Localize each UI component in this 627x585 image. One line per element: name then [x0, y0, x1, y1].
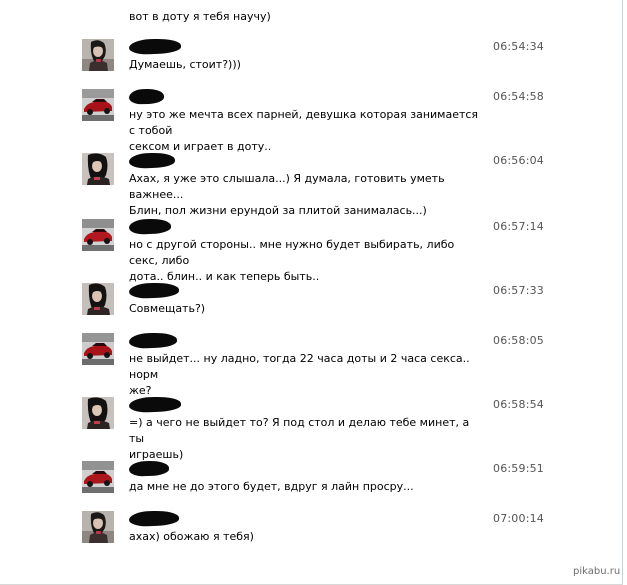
redacted-username — [128, 460, 170, 477]
redacted-username — [128, 88, 165, 105]
message-text: ахах) обожаю я тебя) — [129, 530, 254, 543]
message-text: Ахах, я уже это слышала...) Я думала, го… — [129, 172, 445, 217]
girl-avatar-icon[interactable] — [82, 153, 114, 185]
message-timestamp: 06:54:34 — [493, 40, 545, 53]
car-avatar-icon[interactable] — [82, 219, 114, 251]
window-border-right — [622, 0, 623, 585]
car-avatar-icon[interactable] — [82, 461, 114, 493]
message-text: Думаешь, стоит?))) — [129, 58, 241, 71]
redacted-username — [128, 282, 180, 299]
redacted-username — [128, 218, 172, 235]
message-timestamp: 06:58:05 — [493, 334, 545, 347]
redacted-username — [128, 396, 182, 413]
pikabu-watermark: pikabu.ru — [573, 566, 621, 577]
message-text: Совмещать?) — [129, 302, 206, 315]
message-timestamp: 06:54:58 — [493, 90, 545, 103]
girl-avatar-icon[interactable] — [82, 283, 114, 315]
car-avatar-icon[interactable] — [82, 333, 114, 365]
message-text: да мне не до этого будет, вдруг я лайн п… — [129, 480, 414, 493]
girl-avatar-icon[interactable] — [82, 511, 114, 543]
message-timestamp: 06:57:14 — [493, 220, 545, 233]
redacted-username — [128, 332, 178, 349]
girl-avatar-icon[interactable] — [82, 397, 114, 429]
previous-message-text: вот в доту я тебя научу) — [129, 10, 271, 23]
girl-avatar-icon[interactable] — [82, 39, 114, 71]
redacted-username — [128, 152, 176, 169]
message-timestamp: 06:59:51 — [493, 462, 545, 475]
message-timestamp: 06:58:54 — [493, 398, 545, 411]
message-timestamp: 06:57:33 — [493, 284, 545, 297]
message-text: ну это же мечта всех парней, девушка кот… — [129, 108, 479, 153]
message-timestamp: 07:00:14 — [493, 512, 545, 525]
redacted-username — [128, 38, 182, 55]
message-timestamp: 06:56:04 — [493, 154, 545, 167]
message-text: =) а чего не выйдет то? Я под стол и дел… — [129, 416, 470, 461]
redacted-username — [128, 510, 180, 527]
message-text: но с другой стороны.. мне нужно будет вы… — [129, 238, 455, 283]
message-text: не выйдет... ну ладно, тогда 22 часа дот… — [129, 352, 470, 397]
car-avatar-icon[interactable] — [82, 89, 114, 121]
